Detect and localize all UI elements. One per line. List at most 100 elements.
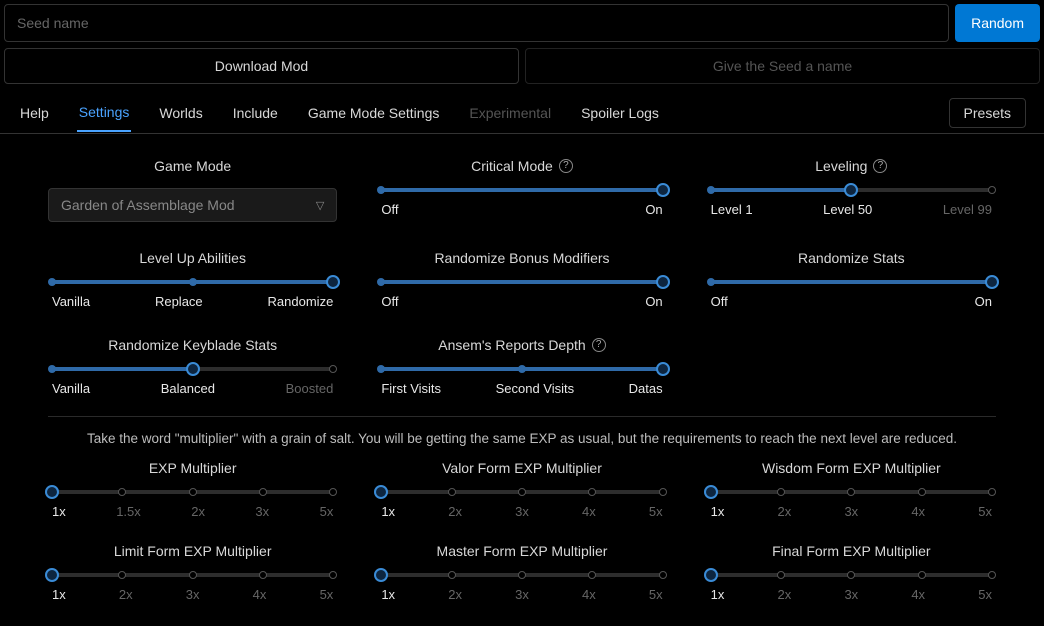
help-icon[interactable]: ? <box>559 159 573 173</box>
slider-thumb[interactable] <box>374 485 388 499</box>
game-mode-select[interactable]: Garden of Assemblage Mod ▽ <box>48 188 337 222</box>
tick: 5x <box>320 504 334 519</box>
tick: 2x <box>448 587 462 602</box>
slider-thumb[interactable] <box>704 485 718 499</box>
download-mod-button[interactable]: Download Mod <box>4 48 519 84</box>
tab-spoiler-logs[interactable]: Spoiler Logs <box>579 95 661 131</box>
tick: 3x <box>844 587 858 602</box>
slider-exp-wisdom[interactable] <box>711 490 992 494</box>
select-value: Garden of Assemblage Mod <box>61 197 235 213</box>
tick: 4x <box>911 587 925 602</box>
slider-exp-final[interactable] <box>711 573 992 577</box>
exp-final: Final Form EXP Multiplier 1x2x3x4x5x <box>707 543 996 602</box>
slider-bonus-modifiers[interactable] <box>381 280 662 284</box>
random-button[interactable]: Random <box>955 4 1040 42</box>
slider-thumb[interactable] <box>985 275 999 289</box>
slider-thumb[interactable] <box>656 183 670 197</box>
tick: 4x <box>253 587 267 602</box>
tick: Balanced <box>161 381 215 396</box>
slider-thumb[interactable] <box>45 568 59 582</box>
setting-keyblade-stats: Randomize Keyblade Stats VanillaBalanced… <box>48 337 337 396</box>
slider-exp-main[interactable] <box>52 490 333 494</box>
give-seed-name-button: Give the Seed a name <box>525 48 1040 84</box>
tick: 3x <box>515 504 529 519</box>
label: Wisdom Form EXP Multiplier <box>762 460 941 476</box>
setting-reports-depth: Ansem's Reports Depth? First Visits Secon… <box>377 337 666 396</box>
slider-thumb[interactable] <box>656 275 670 289</box>
slider-thumb[interactable] <box>186 362 200 376</box>
slider-exp-master[interactable] <box>381 573 662 577</box>
slider-randomize-stats[interactable] <box>711 280 992 284</box>
tab-include[interactable]: Include <box>231 95 280 131</box>
label: Ansem's Reports Depth <box>438 337 585 353</box>
tick: 3x <box>186 587 200 602</box>
help-icon[interactable]: ? <box>873 159 887 173</box>
tab-settings[interactable]: Settings <box>77 94 132 132</box>
presets-button[interactable]: Presets <box>949 98 1026 128</box>
tick: Off <box>381 294 398 309</box>
setting-randomize-stats: Randomize Stats OffOn <box>707 250 996 309</box>
tick: On <box>975 294 992 309</box>
label: Randomize Keyblade Stats <box>108 337 277 353</box>
slider-thumb[interactable] <box>844 183 858 197</box>
tick: Datas <box>629 381 663 396</box>
slider-exp-limit[interactable] <box>52 573 333 577</box>
label: Critical Mode <box>471 158 553 174</box>
tick: 1x <box>381 587 395 602</box>
tick: Level 50 <box>823 202 872 217</box>
slider-leveling[interactable] <box>711 188 992 192</box>
tick: 1x <box>52 504 66 519</box>
slider-critical[interactable] <box>381 188 662 192</box>
exp-valor: Valor Form EXP Multiplier 1x2x3x4x5x <box>377 460 666 519</box>
tab-worlds[interactable]: Worlds <box>157 95 204 131</box>
slider-thumb[interactable] <box>326 275 340 289</box>
slider-thumb[interactable] <box>45 485 59 499</box>
seed-name-input[interactable] <box>4 4 949 42</box>
tick: First Visits <box>381 381 441 396</box>
tab-game-mode-settings[interactable]: Game Mode Settings <box>306 95 442 131</box>
exp-main: EXP Multiplier 1x1.5x2x3x5x <box>48 460 337 519</box>
slider-level-up-abilities[interactable] <box>52 280 333 284</box>
label: Level Up Abilities <box>139 250 246 266</box>
chevron-down-icon: ▽ <box>316 199 324 212</box>
label: Randomize Bonus Modifiers <box>434 250 609 266</box>
tick: 4x <box>911 504 925 519</box>
tick: 2x <box>778 504 792 519</box>
tick: 3x <box>844 504 858 519</box>
tick: On <box>645 202 662 217</box>
exp-wisdom: Wisdom Form EXP Multiplier 1x2x3x4x5x <box>707 460 996 519</box>
tick: 1x <box>52 587 66 602</box>
slider-thumb[interactable] <box>704 568 718 582</box>
tick: 5x <box>649 587 663 602</box>
label: EXP Multiplier <box>149 460 237 476</box>
tick: On <box>645 294 662 309</box>
slider-thumb[interactable] <box>374 568 388 582</box>
tick: 2x <box>448 504 462 519</box>
tick: 1x <box>711 504 725 519</box>
tick: 1.5x <box>116 504 141 519</box>
tick: Off <box>381 202 398 217</box>
tick: 4x <box>582 587 596 602</box>
slider-reports-depth[interactable] <box>381 367 662 371</box>
tick: 3x <box>515 587 529 602</box>
tick: 2x <box>191 504 205 519</box>
label: Valor Form EXP Multiplier <box>442 460 602 476</box>
tab-experimental: Experimental <box>467 95 553 131</box>
tick: Boosted <box>286 381 334 396</box>
setting-level-up-abilities: Level Up Abilities VanillaReplaceRandomi… <box>48 250 337 309</box>
setting-leveling: Leveling? Level 1Level 50Level 99 <box>707 158 996 222</box>
help-icon[interactable]: ? <box>592 338 606 352</box>
tick: Second Visits <box>496 381 575 396</box>
slider-exp-valor[interactable] <box>381 490 662 494</box>
slider-keyblade-stats[interactable] <box>52 367 333 371</box>
slider-thumb[interactable] <box>656 362 670 376</box>
tick: Randomize <box>268 294 334 309</box>
setting-game-mode: Game Mode Garden of Assemblage Mod ▽ <box>48 158 337 222</box>
tick: Level 1 <box>711 202 753 217</box>
tick: Vanilla <box>52 294 90 309</box>
label: Limit Form EXP Multiplier <box>114 543 272 559</box>
tick: Off <box>711 294 728 309</box>
label: Final Form EXP Multiplier <box>772 543 930 559</box>
tab-bar: Help Settings Worlds Include Game Mode S… <box>0 92 1044 134</box>
tab-help[interactable]: Help <box>18 95 51 131</box>
